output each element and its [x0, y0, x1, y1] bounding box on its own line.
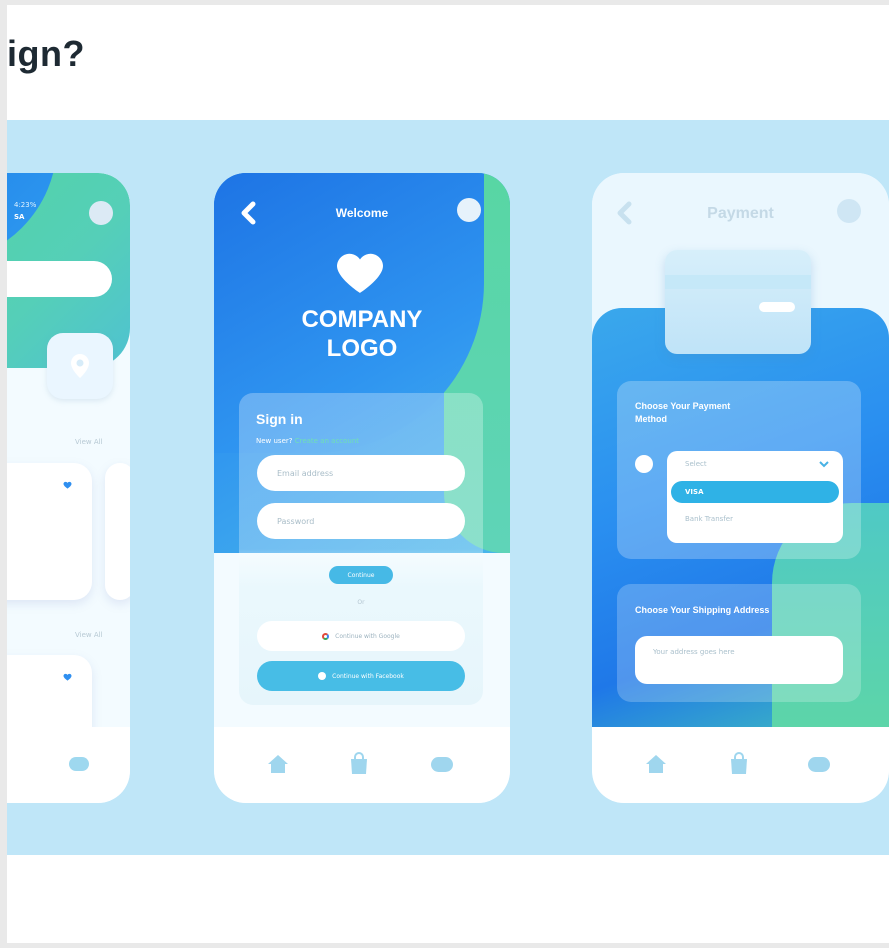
left-profile-avatar[interactable] — [89, 201, 113, 225]
password-field[interactable]: Password — [257, 503, 465, 539]
email-field[interactable]: Email address — [257, 455, 465, 491]
left-search-input[interactable] — [7, 261, 112, 297]
company-logo-line1: COMPANY — [301, 306, 423, 333]
shopping-bag-icon[interactable] — [728, 751, 750, 775]
chat-icon[interactable] — [431, 757, 453, 772]
heart-icon — [63, 481, 72, 489]
left-corner-text-1: 4:23% — [14, 201, 37, 209]
left-location-card[interactable] — [47, 333, 113, 399]
left-view-all-1[interactable]: View All — [75, 438, 103, 446]
home-icon[interactable] — [267, 753, 289, 775]
left-phone-mockup: 4:23% SA View All View All — [7, 173, 130, 803]
payment-profile-avatar[interactable] — [837, 199, 861, 223]
facebook-icon — [318, 672, 327, 680]
card-stripe — [665, 275, 811, 289]
shopping-bag-icon[interactable] — [348, 751, 370, 775]
payment-bottom-nav — [592, 727, 889, 803]
heart-logo-icon — [337, 253, 383, 293]
shipping-address-card: Choose Your Shipping Address Your addres… — [617, 584, 861, 702]
password-placeholder: Password — [277, 516, 315, 526]
heart-icon — [63, 673, 72, 681]
facebook-signin-button[interactable]: Continue with Facebook — [257, 661, 465, 691]
continue-button[interactable]: Continue — [329, 566, 393, 584]
new-user-line: New user? Create an account — [256, 437, 359, 445]
shipping-address-title: Choose Your Shipping Address — [635, 605, 770, 615]
dropdown-option-visa[interactable]: VISA — [671, 481, 839, 503]
dropdown-option-bank[interactable]: Bank Transfer — [685, 515, 733, 523]
payment-method-card: Choose Your Payment Method Select VISA B… — [617, 381, 861, 559]
or-divider-text: Or — [357, 599, 365, 606]
address-input[interactable]: Your address goes here — [635, 636, 843, 684]
google-signin-label: Continue with Google — [335, 632, 400, 640]
payment-method-dropdown[interactable]: Select VISA Bank Transfer — [667, 451, 843, 543]
payment-radio[interactable] — [635, 455, 653, 473]
left-corner-text-2: SA — [14, 213, 25, 221]
create-account-link[interactable]: Create an account — [295, 437, 359, 445]
article-heading: ign? — [7, 33, 85, 74]
payment-phone-mockup: Payment Choose Your Payment Method Selec… — [592, 173, 889, 803]
email-placeholder: Email address — [277, 468, 334, 478]
chat-icon[interactable] — [808, 757, 830, 772]
payment-method-title-1: Choose Your Payment — [635, 401, 731, 411]
address-placeholder: Your address goes here — [653, 648, 735, 656]
signin-phone-mockup: Welcome COMPANY LOGO Sign in New user? C… — [214, 173, 510, 803]
left-product-card-2[interactable] — [105, 463, 130, 600]
visa-label: VISA — [685, 488, 704, 496]
payment-method-title-2: Method — [635, 414, 667, 424]
left-bottom-nav — [7, 727, 130, 803]
page: ign? 4:23% SA View All View All Welcome … — [7, 5, 889, 943]
continue-label: Continue — [347, 571, 375, 579]
left-product-card-1[interactable] — [7, 463, 92, 600]
left-product-card-3[interactable] — [7, 655, 92, 735]
left-view-all-2[interactable]: View All — [75, 631, 103, 639]
google-signin-button[interactable]: Continue with Google — [257, 621, 465, 651]
illustration-panel: 4:23% SA View All View All Welcome COMPA… — [7, 120, 889, 855]
signin-bottom-nav — [214, 727, 510, 803]
signin-card: Sign in New user? Create an account Emai… — [239, 393, 483, 705]
facebook-signin-label: Continue with Facebook — [332, 672, 404, 680]
credit-card-graphic — [665, 250, 811, 354]
select-placeholder: Select — [685, 460, 707, 468]
home-icon[interactable] — [645, 753, 667, 775]
company-logo-line2: LOGO — [326, 335, 398, 362]
google-icon — [322, 632, 330, 640]
chat-icon[interactable] — [69, 757, 89, 771]
signin-profile-avatar[interactable] — [457, 198, 481, 222]
chevron-down-icon — [819, 461, 829, 468]
signin-title: Sign in — [256, 411, 303, 427]
location-pin-icon — [71, 354, 89, 378]
card-chip — [759, 302, 795, 312]
new-user-text: New user? — [256, 437, 293, 445]
